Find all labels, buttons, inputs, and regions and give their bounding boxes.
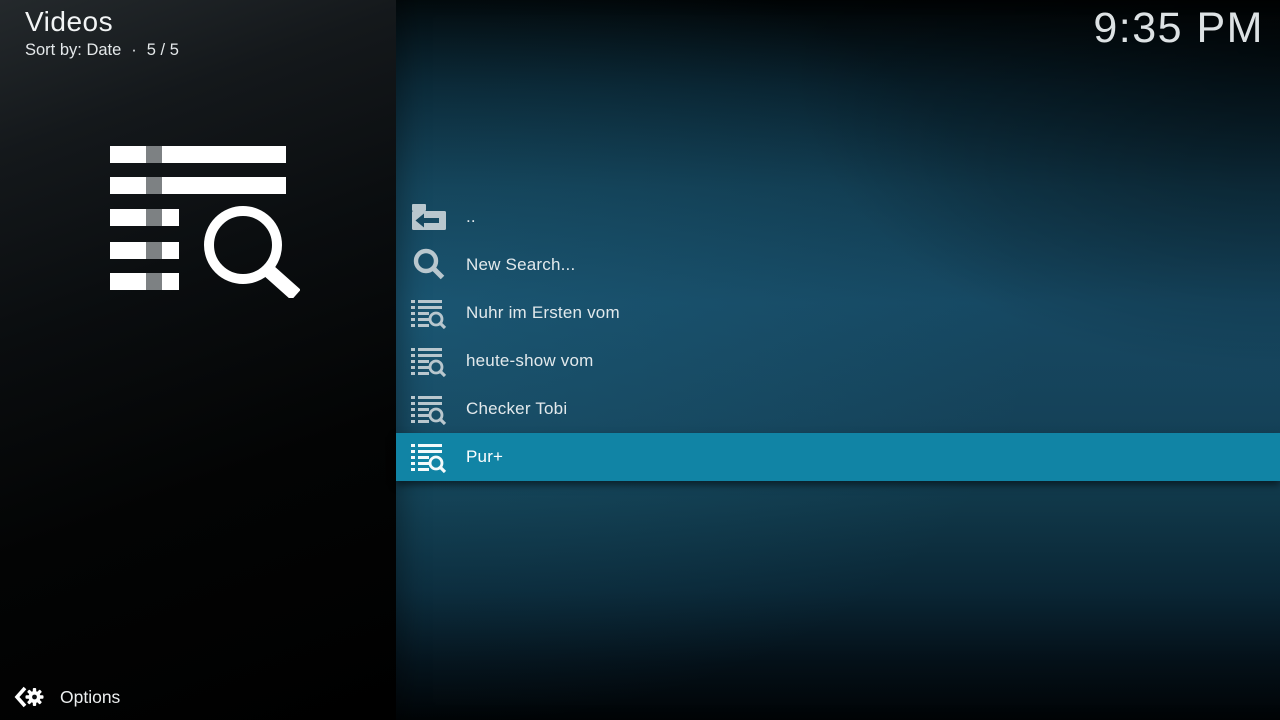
options-label: Options — [60, 687, 120, 708]
section-list-search-icon — [110, 146, 300, 298]
header: Videos Sort by: Date · 5 / 5 — [25, 6, 179, 60]
folder-back-icon — [410, 197, 448, 237]
list-item-label: heute-show vom — [466, 351, 594, 371]
list-item-new-search[interactable]: New Search... — [396, 241, 1280, 289]
list-item-label: New Search... — [466, 255, 575, 275]
list-item-parent-folder[interactable]: .. — [396, 193, 1280, 241]
sidebar: Videos Sort by: Date · 5 / 5 — [0, 0, 396, 720]
clock: 9:35 PM — [1093, 4, 1264, 53]
list-item-label: Pur+ — [466, 447, 503, 467]
list-item-saved-search[interactable]: heute-show vom — [396, 337, 1280, 385]
item-count: 5 / 5 — [147, 41, 179, 60]
list-item-saved-search[interactable]: Nuhr im Ersten vom — [396, 289, 1280, 337]
list-search-icon — [410, 437, 448, 477]
file-list: .. New Search... — [396, 193, 1280, 481]
list-item-label: Nuhr im Ersten vom — [466, 303, 620, 323]
page-title: Videos — [25, 6, 179, 38]
list-search-icon — [410, 389, 448, 429]
content-panel: 9:35 PM — [396, 0, 1280, 720]
list-item-saved-search-selected[interactable]: Pur+ — [396, 433, 1280, 481]
separator-dot: · — [131, 41, 137, 60]
list-item-label: Checker Tobi — [466, 399, 567, 419]
sort-status: Sort by: Date · 5 / 5 — [25, 41, 179, 60]
search-icon — [410, 245, 448, 285]
options-gear-icon — [14, 684, 44, 710]
list-item-saved-search[interactable]: Checker Tobi — [396, 385, 1280, 433]
list-item-label: .. — [466, 207, 476, 227]
list-search-icon — [410, 341, 448, 381]
list-search-icon — [410, 293, 448, 333]
sort-by-label: Sort by: Date — [25, 41, 121, 60]
options-button[interactable]: Options — [0, 674, 396, 720]
